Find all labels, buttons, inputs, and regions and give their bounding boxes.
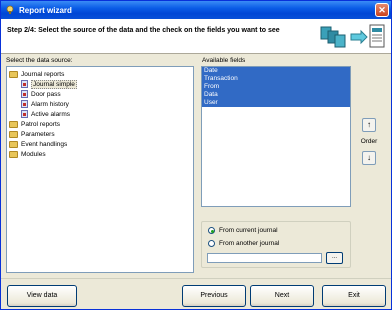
button-bar: View data Previous Next Exit	[1, 278, 391, 309]
field-item-date[interactable]: Date	[202, 67, 350, 75]
report-icon	[21, 100, 28, 108]
report-wizard-window: Report wizard ✕ Step 2/4: Select the sou…	[0, 0, 392, 310]
report-icon	[21, 110, 28, 118]
exit-button[interactable]: Exit	[322, 285, 386, 307]
order-label: Order	[360, 138, 378, 145]
field-item-transaction[interactable]: Transaction	[202, 75, 350, 83]
radio-current-journal[interactable]: From current journal	[208, 226, 350, 235]
view-data-button[interactable]: View data	[7, 285, 77, 307]
order-controls: ↑ Order ↓	[358, 118, 380, 165]
close-button[interactable]: ✕	[375, 3, 389, 17]
field-item-user[interactable]: User	[202, 99, 350, 107]
tree-item-patrol-reports[interactable]: Patrol reports	[7, 119, 193, 129]
folder-icon	[9, 130, 18, 138]
tree-item-modules[interactable]: Modules	[7, 149, 193, 159]
wizard-header: Step 2/4: Select the source of the data …	[1, 19, 391, 54]
available-fields-label: Available fields	[202, 57, 246, 64]
journal-source-group: From current journal From another journa…	[201, 221, 351, 268]
field-item-data[interactable]: Data	[202, 91, 350, 99]
database-to-report-icon	[320, 24, 385, 48]
close-icon: ✕	[378, 5, 386, 15]
move-up-button[interactable]: ↑	[362, 118, 376, 132]
window-title: Report wizard	[19, 5, 72, 15]
radio-another-journal[interactable]: From another journal	[208, 239, 350, 248]
next-button[interactable]: Next	[250, 285, 314, 307]
arrow-up-icon: ↑	[367, 120, 371, 129]
folder-icon	[9, 120, 18, 128]
tree-item-door-pass[interactable]: Door pass	[7, 89, 193, 99]
tree-item-parameters[interactable]: Parameters	[7, 129, 193, 139]
report-icon	[21, 90, 28, 98]
tree-item-alarm-history[interactable]: Alarm history	[7, 99, 193, 109]
browse-button[interactable]: ...	[326, 252, 343, 264]
folder-icon	[9, 140, 18, 148]
journal-path-input[interactable]	[207, 253, 322, 263]
arrow-down-icon: ↓	[367, 153, 371, 162]
data-source-label: Select the data source:	[6, 57, 73, 64]
tree-item-active-alarms[interactable]: Active alarms	[7, 109, 193, 119]
field-item-from[interactable]: From	[202, 83, 350, 91]
tree-item-event-handlings[interactable]: Event handlings	[7, 139, 193, 149]
title-bar[interactable]: Report wizard ✕	[1, 1, 391, 19]
available-fields-list[interactable]: Date Transaction From Data User	[201, 66, 351, 207]
tree-item-journal-reports[interactable]: Journal reports	[7, 69, 193, 79]
app-icon	[6, 5, 14, 14]
previous-button[interactable]: Previous	[182, 285, 246, 307]
radio-button-selected[interactable]	[208, 227, 215, 234]
data-source-tree[interactable]: Journal reports Journal simple Door pass…	[6, 66, 194, 273]
tree-item-journal-simple[interactable]: Journal simple	[7, 79, 193, 89]
folder-icon	[9, 70, 18, 78]
move-down-button[interactable]: ↓	[362, 151, 376, 165]
step-instruction: Step 2/4: Select the source of the data …	[7, 27, 280, 34]
report-icon	[21, 80, 28, 88]
folder-icon	[9, 150, 18, 158]
radio-button[interactable]	[208, 240, 215, 247]
